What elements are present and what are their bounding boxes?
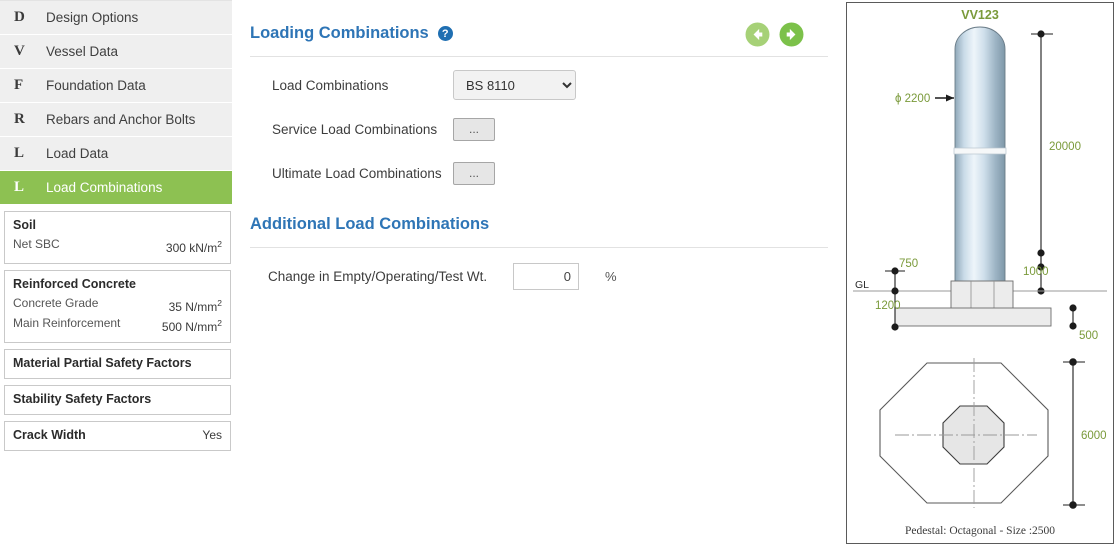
page-navigation [745, 22, 804, 47]
pedestal-dim-dot-top [1037, 249, 1045, 257]
application-window: D Design Options V Vessel Data F Foundation D… [0, 0, 1115, 546]
summary-row-value: 300 kN/m2 [165, 239, 222, 255]
height-label: 20000 [1049, 141, 1081, 153]
sidebar-item-vessel-data[interactable]: V Vessel Data [0, 35, 232, 69]
thickness-dim-dot-bottom [1069, 322, 1077, 330]
footing-thickness-label: 500 [1079, 330, 1098, 342]
summary-card-row: Net SBC 300 kN/m2 [13, 236, 222, 256]
main-panel: Loading Combinations ? Load Combinations… [250, 0, 830, 546]
drawing-caption: Pedestal: Octagonal - Size :2500 [904, 525, 1056, 537]
summary-card-row: Main Reinforcement 500 N/mm2 [13, 315, 222, 335]
thickness-dim-dot-top [1069, 304, 1077, 312]
summary-card[interactable]: Soil Net SBC 300 kN/m2 [4, 211, 231, 264]
sidebar-item-foundation-data[interactable]: F Foundation Data [0, 69, 232, 103]
summary-card-value: Yes [202, 428, 222, 442]
vessel-tag-label: VV123 [961, 8, 999, 22]
summary-row-label: Concrete Grade [13, 296, 99, 310]
additional-section-title: Additional Load Combinations [250, 195, 830, 234]
change-weight-input[interactable] [513, 262, 579, 290]
field-service-load-combinations: Service Load Combinations ... [250, 107, 830, 151]
help-icon[interactable]: ? [437, 26, 453, 41]
summary-card-title: Soil [13, 218, 36, 232]
summary-row-value: 500 N/mm2 [161, 318, 222, 334]
page-title-text: Loading Combinations [250, 24, 429, 42]
load-combinations-select[interactable]: BS 8110 [453, 70, 576, 100]
summary-row-unit-exponent: 2 [217, 239, 222, 249]
sidebar-item-label: Load Data [46, 146, 109, 161]
arrow-right-circle-icon[interactable] [779, 22, 804, 47]
sidebar-item-badge: D [14, 9, 25, 25]
sidebar-item-badge: R [14, 111, 25, 127]
projection-dim-dot-top [891, 267, 899, 275]
arrow-left-circle-icon[interactable] [745, 22, 770, 47]
vessel-shell [954, 26, 1006, 292]
footing-slab [894, 307, 1052, 327]
summary-row-label: Net SBC [13, 237, 60, 251]
summary-card-title: Stability Safety Factors [13, 392, 152, 406]
sidebar-item-label: Vessel Data [46, 44, 119, 59]
sidebar: D Design Options V Vessel Data F Foundation D… [0, 0, 232, 546]
pedestal-height-label: 1000 [1023, 266, 1049, 278]
field-change-weight: Change in Empty/Operating/Test Wt. % [250, 254, 830, 298]
sidebar-summary-cards: Soil Net SBC 300 kN/m2 Reinforced Concrete C… [0, 205, 232, 451]
sidebar-item-label: Design Options [46, 10, 139, 25]
depth-dim-dot [891, 323, 899, 331]
summary-row-unit-exponent: 2 [217, 298, 222, 308]
vessel-band [953, 147, 1007, 155]
sidebar-item-label: Rebars and Anchor Bolts [46, 112, 196, 127]
ultimate-load-combinations-label: Ultimate Load Combinations [272, 165, 442, 181]
plan-dim-dot-top [1069, 358, 1077, 366]
drawing-canvas: VV123 ϕ 2200 20000 1000 GL 750 1200 500 … [853, 8, 1107, 509]
summary-row-label: Main Reinforcement [13, 316, 121, 330]
sidebar-item-load-combinations[interactable]: L Load Combinations [0, 171, 232, 205]
ultimate-load-combinations-button[interactable]: ... [453, 161, 495, 185]
summary-card[interactable]: Reinforced Concrete Concrete Grade 35 N/mm… [4, 270, 231, 343]
depth-label: 1200 [875, 300, 901, 312]
summary-card[interactable]: Stability Safety Factors [4, 385, 231, 415]
vessel-foundation-drawing: VV123 ϕ 2200 20000 1000 GL 750 1200 500 … [846, 2, 1114, 544]
service-load-combinations-label: Service Load Combinations [272, 121, 438, 137]
change-weight-unit: % [605, 268, 617, 284]
summary-row-value: 35 N/mm2 [168, 298, 222, 314]
projection-label: 750 [899, 258, 918, 270]
field-load-combinations: Load Combinations BS 8110 [250, 63, 830, 107]
additional-section-title-text: Additional Load Combinations [250, 215, 490, 233]
summary-card-title: Crack Width [13, 428, 86, 442]
diameter-arrow [946, 94, 954, 102]
load-combinations-label: Load Combinations [272, 77, 389, 93]
sidebar-nav: D Design Options V Vessel Data F Foundation D… [0, 0, 232, 205]
summary-card-row: Concrete Grade 35 N/mm2 [13, 295, 222, 315]
summary-card-title: Reinforced Concrete [13, 277, 136, 291]
diameter-label: ϕ 2200 [895, 93, 930, 105]
sidebar-item-label: Load Combinations [46, 180, 163, 195]
sidebar-item-badge: L [14, 179, 25, 195]
height-dim-dot-top [1037, 30, 1045, 38]
summary-card[interactable]: Crack Width Yes [4, 421, 231, 451]
field-ultimate-load-combinations: Ultimate Load Combinations ... [250, 151, 830, 195]
loading-combinations-form: Load Combinations BS 8110 Service Load C… [250, 57, 830, 195]
summary-row-unit-exponent: 2 [217, 318, 222, 328]
plan-width-label: 6000 [1081, 430, 1107, 442]
service-load-combinations-button[interactable]: ... [453, 117, 495, 141]
page-title: Loading Combinations ? [250, 0, 830, 43]
summary-card[interactable]: Material Partial Safety Factors [4, 349, 231, 379]
plan-dim-dot-bottom [1069, 501, 1077, 509]
sidebar-item-load-data[interactable]: L Load Data [0, 137, 232, 171]
sidebar-item-design-options[interactable]: D Design Options [0, 1, 232, 35]
summary-card-title: Material Partial Safety Factors [13, 356, 192, 370]
ground-level-label: GL [855, 279, 869, 291]
sidebar-item-rebars-and-anchor-bolts[interactable]: R Rebars and Anchor Bolts [0, 103, 232, 137]
sidebar-item-badge: F [14, 77, 24, 93]
sidebar-item-badge: V [14, 43, 25, 59]
additional-form: Change in Empty/Operating/Test Wt. % [250, 248, 830, 298]
sidebar-item-badge: L [14, 145, 25, 161]
sidebar-item-label: Foundation Data [46, 78, 146, 93]
change-weight-label: Change in Empty/Operating/Test Wt. [268, 268, 488, 284]
